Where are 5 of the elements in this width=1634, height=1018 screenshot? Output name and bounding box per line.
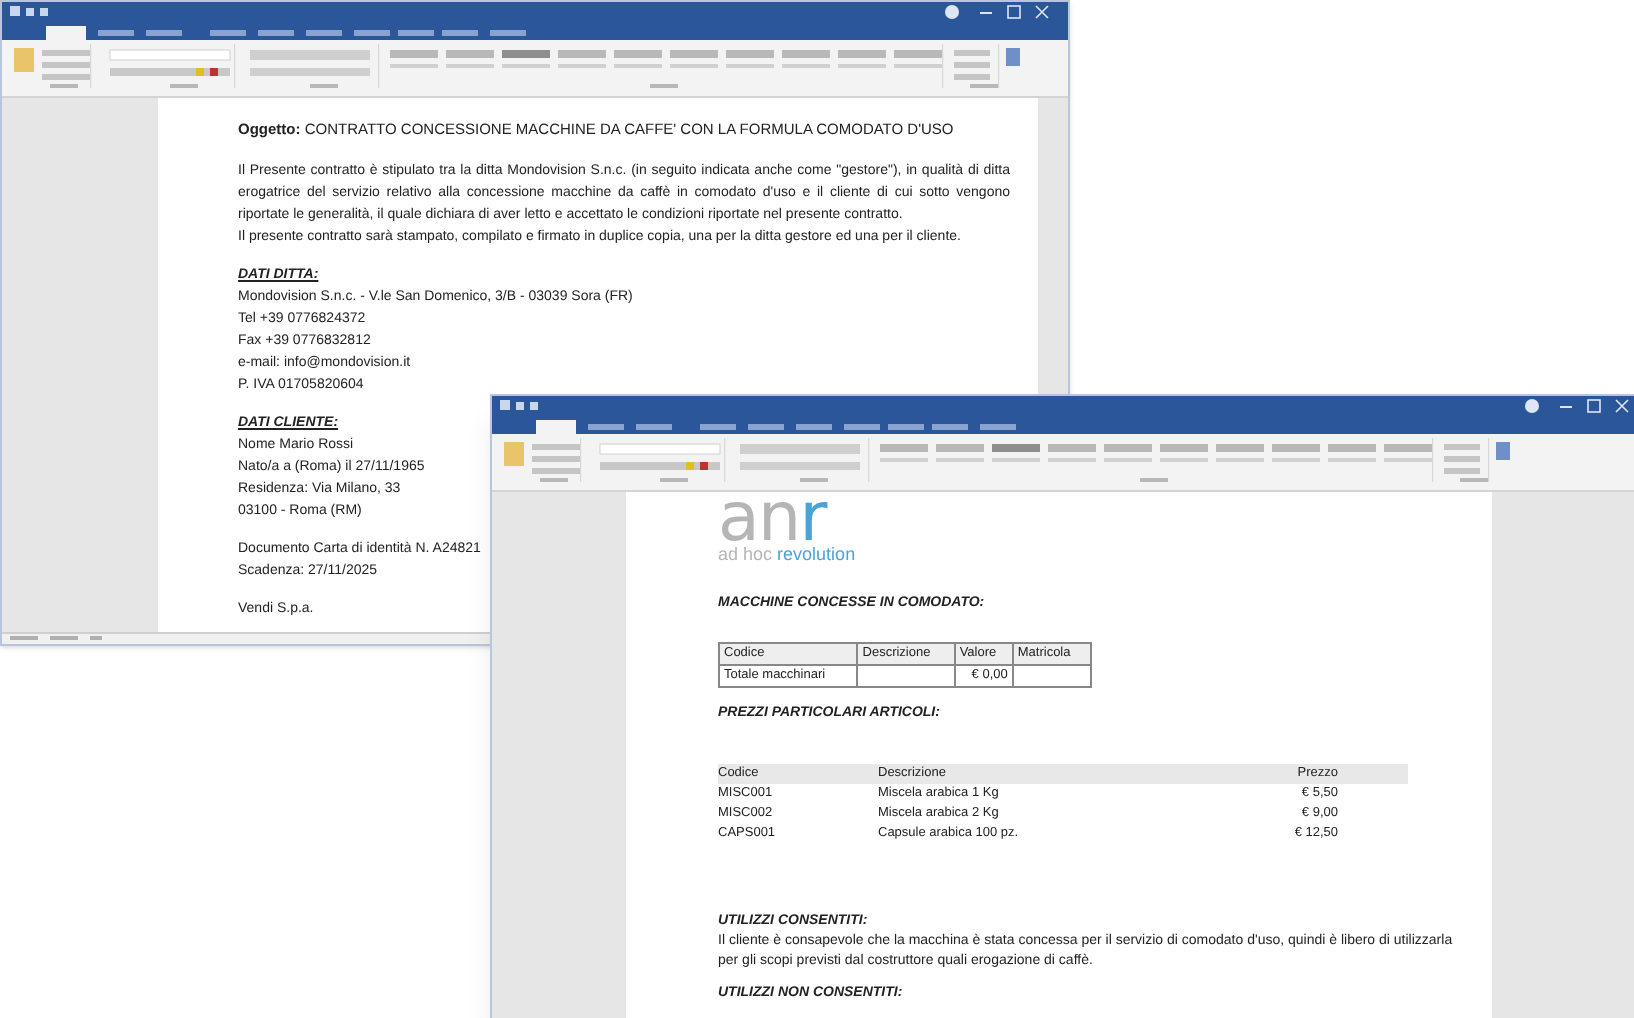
logo: anr (718, 492, 828, 544)
logo-tagline: ad hoc revolution (718, 544, 858, 566)
window-controls-icon[interactable] (1520, 398, 1634, 414)
quick-access-icon[interactable] (10, 6, 54, 18)
quick-access-icon[interactable] (500, 400, 544, 412)
